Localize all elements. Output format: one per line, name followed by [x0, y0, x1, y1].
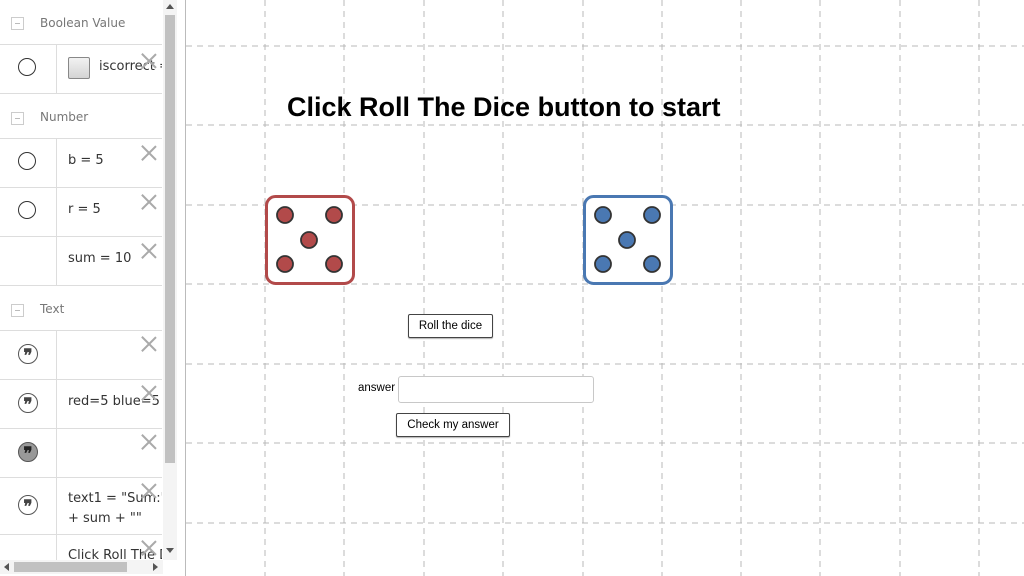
instruction-text: Click Roll The Dice button to start — [287, 92, 721, 122]
algebra-row-iscorrect[interactable]: iscorrect = false — [0, 44, 162, 94]
die-pip — [300, 231, 318, 249]
category-label: Boolean Value — [40, 16, 126, 30]
delete-icon[interactable] — [141, 483, 157, 499]
category-label: Text — [40, 302, 65, 316]
scroll-down-icon[interactable] — [166, 548, 174, 553]
vertical-scrollbar[interactable] — [163, 0, 177, 560]
text-quote-icon[interactable]: ❞ — [18, 393, 38, 415]
category-label: Number — [40, 110, 89, 124]
die-pip — [325, 255, 343, 273]
delete-icon[interactable] — [141, 540, 157, 556]
die-pip — [594, 206, 612, 224]
algebra-expression[interactable]: sum = 10 — [68, 251, 131, 266]
algebra-row-sum[interactable]: sum = 10 — [0, 236, 162, 286]
text-quote-icon[interactable]: ❞ — [18, 495, 38, 517]
delete-icon[interactable] — [141, 145, 157, 161]
delete-icon[interactable] — [141, 53, 157, 69]
algebra-row-text[interactable]: ❞ — [0, 330, 162, 380]
horizontal-scroll-thumb[interactable] — [14, 562, 127, 572]
algebra-expression[interactable]: r = 5 — [68, 202, 101, 217]
algebra-expression[interactable]: b = 5 — [68, 153, 104, 168]
horizontal-scrollbar[interactable] — [0, 560, 163, 574]
algebra-view: Boolean Value iscorrect = false Number b… — [0, 0, 185, 576]
text-quote-icon[interactable]: ❞ — [18, 442, 38, 464]
grid — [186, 0, 1024, 576]
delete-icon[interactable] — [141, 194, 157, 210]
vertical-scroll-thumb[interactable] — [165, 15, 175, 463]
die-pip — [594, 255, 612, 273]
marble-cell — [0, 44, 57, 93]
delete-icon[interactable] — [141, 336, 157, 352]
delete-icon[interactable] — [141, 243, 157, 259]
text-quote-icon[interactable]: ❞ — [18, 344, 38, 366]
visibility-toggle-icon[interactable] — [18, 201, 36, 219]
die-pip — [276, 206, 294, 224]
category-number[interactable]: Number — [0, 94, 162, 139]
scroll-up-icon[interactable] — [166, 4, 174, 9]
category-text[interactable]: Text — [0, 286, 162, 331]
die-pip — [276, 255, 294, 273]
die-pip — [325, 206, 343, 224]
visibility-toggle-icon[interactable] — [18, 58, 36, 76]
die-pip — [643, 206, 661, 224]
collapse-icon[interactable] — [11, 17, 24, 30]
algebra-row-text[interactable]: Click Roll The Dice button to start — [0, 534, 162, 560]
checkbox-icon[interactable] — [68, 57, 90, 79]
check-answer-button[interactable]: Check my answer — [396, 413, 510, 437]
marble-cell: ❞ — [0, 428, 57, 477]
algebra-row-b[interactable]: b = 5 — [0, 138, 162, 188]
blue-die — [583, 195, 673, 285]
algebra-expression-continued[interactable]: + sum + "" — [68, 511, 142, 526]
marble-cell — [0, 138, 57, 187]
die-pip — [643, 255, 661, 273]
marble-cell: ❞ — [0, 330, 57, 379]
delete-icon[interactable] — [141, 434, 157, 450]
scroll-left-icon[interactable] — [4, 563, 9, 571]
visibility-toggle-icon[interactable] — [18, 152, 36, 170]
algebra-row-text[interactable]: ❞ — [0, 428, 162, 478]
answer-input[interactable] — [398, 376, 594, 403]
scroll-right-icon[interactable] — [153, 563, 158, 571]
algebra-list: Boolean Value iscorrect = false Number b… — [0, 0, 162, 560]
marble-cell — [0, 187, 57, 236]
marble-cell: ❞ — [0, 379, 57, 428]
algebra-row-text1[interactable]: ❞ text1 = "Sum:" + sum + "" — [0, 477, 162, 535]
die-pip — [618, 231, 636, 249]
roll-dice-button[interactable]: Roll the dice — [408, 314, 493, 338]
category-boolean-value[interactable]: Boolean Value — [0, 0, 162, 45]
algebra-row-r[interactable]: r = 5 — [0, 187, 162, 237]
collapse-icon[interactable] — [11, 304, 24, 317]
algebra-row-text[interactable]: ❞ red=5 blue=5 — [0, 379, 162, 429]
collapse-icon[interactable] — [11, 112, 24, 125]
marble-cell — [0, 534, 57, 560]
marble-cell: ❞ — [0, 477, 57, 534]
graphics-view[interactable]: Click Roll The Dice button to start Roll… — [186, 0, 1024, 576]
delete-icon[interactable] — [141, 385, 157, 401]
red-die — [265, 195, 355, 285]
answer-label: answer — [358, 382, 396, 394]
marble-cell — [0, 236, 57, 285]
